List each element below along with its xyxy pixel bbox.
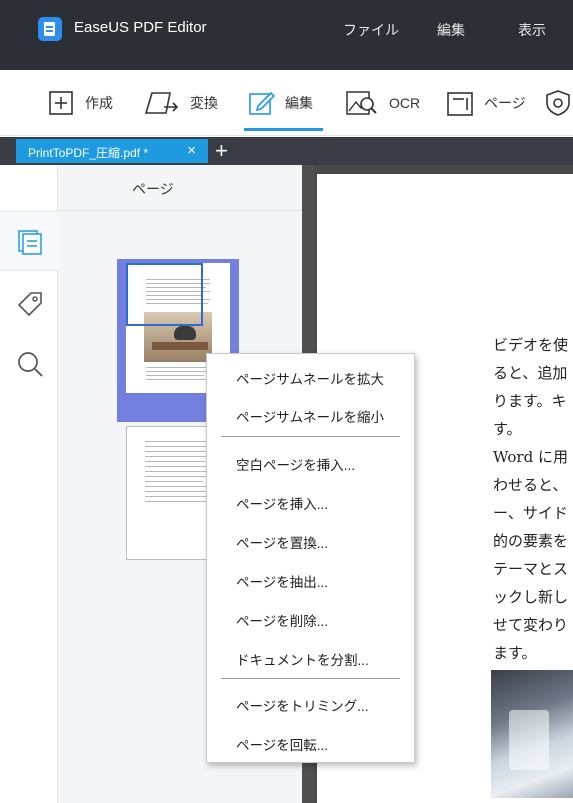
sidebar-item-tags[interactable] xyxy=(17,291,43,317)
menu-item-delete-page[interactable]: ページを削除... xyxy=(236,610,328,630)
menu-item-crop-page[interactable]: ページをトリミング... xyxy=(236,695,368,715)
menu-view[interactable]: 表示 xyxy=(518,20,546,40)
thumbnail-context-menu: ページサムネールを拡大 ページサムネールを縮小 空白ページを挿入... ページを… xyxy=(206,353,415,763)
doc-text-line: わせると、 xyxy=(493,476,568,494)
doc-text-line: 的の要素を xyxy=(493,532,569,550)
menu-item-insert-blank-page[interactable]: 空白ページを挿入... xyxy=(236,454,355,474)
tool-create-label: 作成 xyxy=(85,95,113,111)
menu-item-enlarge-thumbnails[interactable]: ページサムネールを拡大 xyxy=(236,368,384,388)
pages-panel-title: ページ xyxy=(132,181,174,197)
convert-icon xyxy=(144,89,180,117)
doc-text-line: ックし新し xyxy=(493,588,569,606)
document-photo xyxy=(491,670,573,798)
search-icon xyxy=(17,352,43,381)
document-tab-bar: PrintToPDF_圧縮.pdf * × + xyxy=(0,137,573,165)
document-tab[interactable]: PrintToPDF_圧縮.pdf * × xyxy=(16,139,208,163)
tool-convert-button[interactable]: 変換 xyxy=(144,70,218,136)
tool-page-button[interactable]: ページ xyxy=(446,70,526,136)
pages-panel-header: ページ xyxy=(58,165,302,211)
tool-convert-label: 変換 xyxy=(190,95,218,111)
page-layout-icon xyxy=(446,89,474,117)
menu-item-split-document[interactable]: ドキュメントを分割... xyxy=(236,649,369,669)
menu-item-extract-page[interactable]: ページを抽出... xyxy=(236,571,328,591)
menu-separator xyxy=(221,678,400,679)
tool-edit-label: 編集 xyxy=(285,95,313,111)
sidebar-item-search[interactable] xyxy=(17,351,43,377)
thumbnail-view-frame[interactable] xyxy=(126,263,203,326)
doc-text-line: ビデオを使 xyxy=(493,336,569,354)
sidebar-item-pages[interactable] xyxy=(0,211,58,271)
doc-text-line: ます。 xyxy=(493,644,537,662)
tool-create-button[interactable]: 作成 xyxy=(47,70,113,136)
left-sidebar xyxy=(0,165,58,803)
app-title: EaseUS PDF Editor xyxy=(74,19,207,36)
active-tool-underline xyxy=(244,128,323,131)
ocr-image-search-icon xyxy=(345,89,379,117)
doc-text-line: す。 xyxy=(493,420,522,438)
menu-edit[interactable]: 編集 xyxy=(437,20,465,40)
doc-text-line: ー、サイド xyxy=(493,504,568,522)
menu-item-insert-page[interactable]: ページを挿入... xyxy=(236,493,328,513)
tool-protect-button[interactable] xyxy=(544,70,573,136)
doc-text-line: ると、追加 xyxy=(493,364,568,382)
doc-text-line: Word に用 xyxy=(493,448,568,466)
add-tab-button[interactable]: + xyxy=(215,138,228,164)
main-toolbar: 作成 変換 編集 OCR ページ xyxy=(0,70,573,136)
pages-icon xyxy=(17,229,43,260)
menu-file[interactable]: ファイル xyxy=(343,20,399,40)
doc-text-line: せて変わり xyxy=(493,616,569,634)
doc-text-line: テーマとス xyxy=(493,560,569,578)
tag-icon xyxy=(17,292,43,321)
tool-edit-button[interactable]: 編集 xyxy=(247,70,313,136)
doc-text-line: ります。キ xyxy=(493,392,567,410)
document-tab-label: PrintToPDF_圧縮.pdf * xyxy=(28,146,149,160)
tool-ocr-button[interactable]: OCR xyxy=(345,70,420,136)
close-tab-icon[interactable]: × xyxy=(187,142,196,160)
plus-square-icon xyxy=(47,89,75,117)
tool-ocr-label: OCR xyxy=(389,95,421,111)
shield-icon xyxy=(544,89,572,117)
tool-page-label: ページ xyxy=(484,95,526,111)
menu-item-shrink-thumbnails[interactable]: ページサムネールを縮小 xyxy=(236,406,384,426)
menu-item-rotate-page[interactable]: ページを回転... xyxy=(236,734,328,754)
menu-separator xyxy=(221,436,400,437)
app-logo-icon xyxy=(38,17,62,41)
menu-item-replace-page[interactable]: ページを置換... xyxy=(236,532,328,552)
title-bar: EaseUS PDF Editor ファイル 編集 表示 xyxy=(0,0,573,70)
edit-pencil-icon xyxy=(247,89,276,117)
